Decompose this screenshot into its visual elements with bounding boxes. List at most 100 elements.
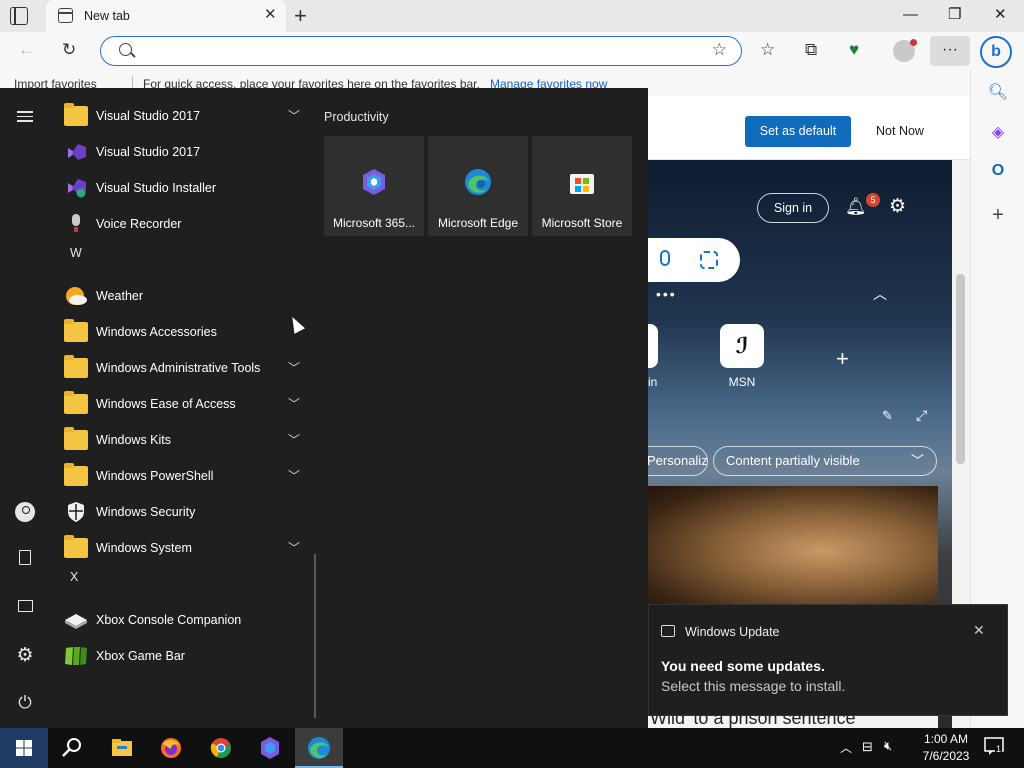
letter-header-x[interactable]: X <box>70 570 78 584</box>
app-list-scrollbar[interactable] <box>314 554 316 718</box>
clock-date[interactable]: 7/6/2023 <box>918 749 974 763</box>
firefox-icon <box>161 738 181 758</box>
start-menu-rail: ⚙ ⏻ <box>0 88 50 728</box>
minimize-icon[interactable]: — <box>903 6 918 24</box>
edit-background-icon[interactable]: ✎ <box>882 408 893 424</box>
notifications-bell-icon[interactable]: 🔔︎ <box>845 197 867 217</box>
action-center-icon[interactable]: 1 <box>984 736 1004 756</box>
folder-icon <box>64 463 88 486</box>
new-tab-button[interactable]: + <box>294 3 307 29</box>
app-item-windows-security[interactable]: Windows Security <box>50 495 316 529</box>
not-now-button[interactable]: Not Now <box>860 116 940 147</box>
app-item-visual-studio-2017[interactable]: Visual Studio 2017 <box>50 135 316 169</box>
expand-icon[interactable]: ⤢ <box>916 407 927 424</box>
sidebar-search-icon[interactable]: 🔍︎ <box>971 82 1024 102</box>
power-icon[interactable]: ⏻ <box>0 693 50 713</box>
app-item-voice-recorder[interactable]: Voice Recorder <box>50 207 316 241</box>
close-window-icon[interactable]: ✕ <box>994 6 1007 24</box>
taskbar-microsoft-365[interactable] <box>246 728 294 768</box>
file-explorer-icon <box>112 739 132 756</box>
app-item-xbox-game-bar[interactable]: Xbox Game Bar <box>50 639 316 673</box>
taskbar-chrome[interactable] <box>197 728 245 768</box>
documents-icon[interactable] <box>0 550 50 570</box>
address-input[interactable] <box>147 41 687 61</box>
app-item-windows-powershell[interactable]: Windows PowerShell ﹀ <box>50 459 316 493</box>
taskbar-start-button[interactable] <box>0 728 48 768</box>
app-item-label: Windows Accessories <box>96 325 217 339</box>
volume-muted-icon[interactable]: 🔇︎ <box>884 738 892 754</box>
address-bar[interactable]: ☆ <box>100 36 742 66</box>
microsoft-365-icon <box>363 169 385 195</box>
app-item-windows-administrative-tools[interactable]: Windows Administrative Tools ﹀ <box>50 351 316 385</box>
news-card-image[interactable] <box>648 486 938 604</box>
user-account-icon[interactable] <box>0 502 50 527</box>
update-toast-notification[interactable]: Windows Update ✕ You need some updates. … <box>648 604 1008 716</box>
app-item-visual-studio-installer[interactable]: Visual Studio Installer <box>50 171 316 205</box>
pinned-tile-label: Microsoft Edge <box>437 216 519 230</box>
app-item-label: Xbox Console Companion <box>96 613 242 627</box>
app-item-windows-system[interactable]: Windows System ﹀ <box>50 531 316 565</box>
add-favorite-star-icon[interactable]: ☆ <box>712 40 727 60</box>
settings-gear-icon[interactable]: ⚙ <box>0 644 50 667</box>
quick-links-more-icon[interactable]: ••• <box>656 286 677 302</box>
app-item-visual-studio-2017-folder[interactable]: Visual Studio 2017 ﹀ <box>50 99 316 133</box>
toast-app-name: Windows Update <box>685 625 780 639</box>
settings-and-more-button[interactable]: ··· <box>930 36 970 66</box>
app-item-windows-kits[interactable]: Windows Kits ﹀ <box>50 423 316 457</box>
app-item-label: Visual Studio 2017 <box>96 145 201 159</box>
pinned-tile-microsoft-edge[interactable]: Microsoft Edge <box>428 136 528 236</box>
edge-icon <box>465 169 491 195</box>
profile-avatar[interactable] <box>893 39 917 62</box>
app-item-windows-accessories[interactable]: Windows Accessories <box>50 315 316 349</box>
app-item-label: Visual Studio 2017 <box>96 109 201 123</box>
restore-icon[interactable]: ❐ <box>948 6 961 24</box>
quick-link-label: in <box>648 375 658 389</box>
network-icon[interactable]: ⊟ <box>862 739 873 755</box>
app-item-windows-ease-of-access[interactable]: Windows Ease of Access ﹀ <box>50 387 316 421</box>
favorites-icon[interactable]: ☆ <box>760 39 775 61</box>
show-hidden-icons-chevron-icon[interactable]: ︿ <box>840 739 852 756</box>
pictures-icon[interactable] <box>0 599 50 617</box>
all-apps-list[interactable]: Visual Studio 2017 ﹀ Visual Studio 2017 … <box>50 98 316 718</box>
microsoft-365-icon <box>261 737 279 759</box>
set-as-default-button[interactable]: Set as default <box>745 116 851 147</box>
visual-search-icon[interactable] <box>700 251 718 269</box>
pinned-tile-microsoft-365[interactable]: Microsoft 365... <box>324 136 424 236</box>
taskbar-file-explorer[interactable] <box>98 728 146 768</box>
msn-quick-link-icon[interactable]: ℐ <box>720 324 764 368</box>
chevron-down-icon: ﹀ <box>288 541 301 555</box>
visual-studio-installer-icon <box>68 179 86 198</box>
hamburger-menu-icon[interactable] <box>0 108 50 125</box>
pinned-tile-microsoft-store[interactable]: Microsoft Store <box>532 136 632 236</box>
toast-close-icon[interactable]: ✕ <box>973 622 985 639</box>
start-menu: ⚙ ⏻ Visual Studio 2017 ﹀ Visual Studio 2… <box>0 88 648 728</box>
taskbar-search-button[interactable] <box>48 728 96 768</box>
browser-essentials-icon[interactable]: ♥ <box>849 39 859 61</box>
sidebar-add-icon[interactable]: + <box>971 204 1024 227</box>
bing-chat-icon[interactable]: b <box>980 36 1012 68</box>
sidebar-outlook-icon[interactable]: O <box>971 162 1024 180</box>
page-scrollbar-thumb[interactable] <box>956 274 965 464</box>
tab-actions-icon[interactable] <box>10 7 28 25</box>
collapse-chevron-icon[interactable]: ︿ <box>873 284 887 304</box>
folder-icon <box>64 355 88 378</box>
store-icon <box>570 174 594 194</box>
refresh-icon[interactable]: ↻ <box>62 39 76 61</box>
taskbar-firefox[interactable] <box>147 728 195 768</box>
sidebar-microsoft-365-icon[interactable]: ◈ <box>971 122 1024 142</box>
tab-close-icon[interactable]: ✕ <box>264 6 277 24</box>
app-item-weather[interactable]: Weather <box>50 279 316 313</box>
tab-new-tab[interactable]: New tab ✕ <box>46 0 286 32</box>
clock-time[interactable]: 1:00 AM <box>918 732 974 746</box>
collections-icon[interactable]: ⧉ <box>805 39 817 61</box>
pinned-group-title[interactable]: Productivity <box>324 110 389 124</box>
content-visibility-dropdown[interactable]: Content partially visible ﹀ <box>713 446 937 476</box>
sign-in-button[interactable]: Sign in <box>757 193 829 223</box>
app-item-xbox-console-companion[interactable]: Xbox Console Companion <box>50 603 316 637</box>
microphone-icon[interactable] <box>660 250 670 266</box>
back-arrow-icon[interactable]: ← <box>18 39 35 61</box>
taskbar-edge-active[interactable] <box>295 728 343 768</box>
page-settings-gear-icon[interactable]: ⚙ <box>889 195 906 218</box>
add-quick-link-icon[interactable]: + <box>836 346 849 372</box>
letter-header-w[interactable]: W <box>70 246 82 260</box>
